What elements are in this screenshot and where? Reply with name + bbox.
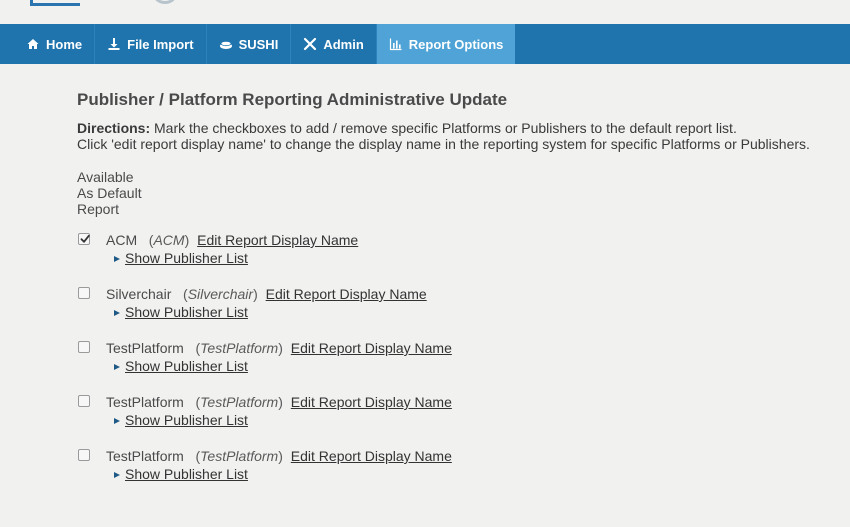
nav-item-home[interactable]: Home (0, 24, 96, 64)
bar-chart-icon (389, 37, 403, 51)
sushi-icon (219, 37, 233, 51)
nav-item-label: Home (46, 36, 83, 52)
nav-item-admin[interactable]: Admin (291, 24, 377, 64)
show-publisher-list-link[interactable]: Show Publisher List (125, 304, 248, 320)
platform-row: TestPlatform (TestPlatform) Edit Report … (77, 339, 837, 393)
tools-icon (303, 37, 317, 51)
platform-alt-name: TestPlatform (200, 448, 279, 464)
platform-row: Silverchair (Silverchair) Edit Report Di… (77, 285, 837, 339)
logo-strip (0, 0, 850, 24)
edit-display-name-link[interactable]: Edit Report Display Name (197, 232, 358, 248)
nav-item-label: SUSHI (238, 36, 279, 52)
directions-text-1: Mark the checkboxes to add / remove spec… (150, 120, 737, 136)
nav-item-sushi[interactable]: SUSHI (207, 24, 292, 64)
nav-item-label: Report Options (408, 36, 504, 52)
default-report-checkbox[interactable] (78, 449, 90, 461)
column-header-line: Available (77, 169, 134, 185)
platform-alt-name: ACM (153, 232, 185, 248)
nav-item-label: File Import (127, 36, 194, 52)
edit-display-name-link[interactable]: Edit Report Display Name (291, 394, 452, 410)
platform-row: ACM (ACM) Edit Report Display Name Show … (77, 231, 837, 285)
edit-display-name-link[interactable]: Edit Report Display Name (291, 448, 452, 464)
platform-name: TestPlatform (106, 394, 184, 410)
platform-name: Silverchair (106, 286, 172, 302)
default-report-checkbox[interactable] (78, 395, 90, 407)
default-report-checkbox[interactable] (78, 233, 90, 245)
platform-alt-name: TestPlatform (200, 394, 279, 410)
expand-arrow-icon[interactable] (114, 418, 120, 424)
directions: Directions: Mark the checkboxes to add /… (77, 120, 837, 152)
nav-item-label: Admin (323, 36, 364, 52)
edit-display-name-link[interactable]: Edit Report Display Name (291, 340, 452, 356)
default-report-checkbox[interactable] (78, 287, 90, 299)
platform-row: TestPlatform (TestPlatform) Edit Report … (77, 393, 837, 447)
logo (30, 0, 80, 6)
column-header-line: As Default (77, 185, 142, 201)
expand-arrow-icon[interactable] (114, 472, 120, 478)
platform-name: TestPlatform (106, 340, 184, 356)
show-publisher-list-link[interactable]: Show Publisher List (125, 412, 248, 428)
page-title: Publisher / Platform Reporting Administr… (77, 90, 508, 109)
expand-arrow-icon[interactable] (114, 256, 120, 262)
checkmark-icon (80, 234, 90, 243)
expand-arrow-icon[interactable] (114, 364, 120, 370)
show-publisher-list-link[interactable]: Show Publisher List (125, 358, 248, 374)
edit-display-name-link[interactable]: Edit Report Display Name (266, 286, 427, 302)
platform-name: TestPlatform (106, 448, 184, 464)
main-content: Publisher / Platform Reporting Administr… (77, 89, 837, 501)
nav-item-report-options[interactable]: Report Options (376, 24, 516, 64)
platform-alt-name: Silverchair (187, 286, 254, 302)
platform-name: ACM (106, 232, 138, 248)
nav-item-file-import[interactable]: File Import (95, 24, 207, 64)
show-publisher-list-link[interactable]: Show Publisher List (125, 466, 248, 482)
column-header-line: Report (77, 201, 120, 217)
platform-row: TestPlatform (TestPlatform) Edit Report … (77, 447, 837, 501)
directions-text-2: Click 'edit report display name' to chan… (77, 136, 810, 152)
main-navbar: Home File Import SUSHI Admin Report Opti… (0, 24, 850, 64)
column-header: Available As Default Report (77, 169, 837, 217)
default-report-checkbox[interactable] (78, 341, 90, 353)
platform-list: ACM (ACM) Edit Report Display Name Show … (77, 231, 837, 501)
expand-arrow-icon[interactable] (114, 310, 120, 316)
show-publisher-list-link[interactable]: Show Publisher List (125, 250, 248, 266)
logo-wordmark-fragment (154, 0, 176, 4)
home-icon (26, 37, 40, 51)
download-icon (107, 37, 121, 51)
directions-label: Directions: (77, 120, 151, 136)
platform-alt-name: TestPlatform (200, 340, 279, 356)
